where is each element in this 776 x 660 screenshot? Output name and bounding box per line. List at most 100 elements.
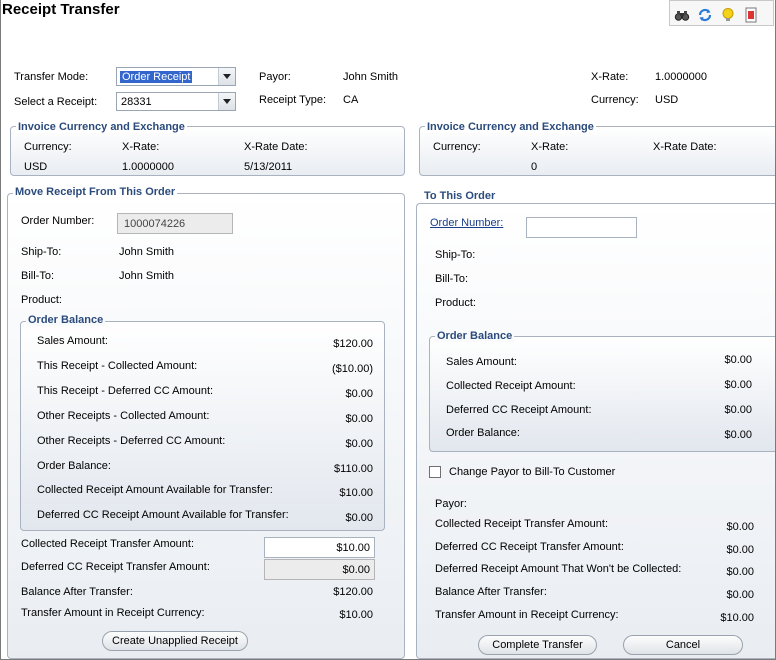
to-balance-value: $0.00: [724, 354, 752, 366]
from-balance-value: $110.00: [334, 463, 373, 475]
from-bill-to-value: John Smith: [119, 270, 175, 282]
from-balance-label: Other Receipts - Deferred CC Amount:: [37, 435, 226, 447]
xrate-value: 1.0000000: [655, 71, 707, 83]
to-summary-value: $0.00: [726, 521, 754, 533]
from-order-title: Move Receipt From This Order: [13, 186, 178, 198]
change-payor-label: Change Payor to Bill-To Customer: [449, 466, 616, 478]
left-xrate-date-label: X-Rate Date:: [244, 141, 308, 153]
deferred-transfer-label: Deferred CC Receipt Transfer Amount:: [21, 561, 210, 573]
to-order-title: To This Order: [422, 190, 498, 202]
to-balance-value: $0.00: [724, 429, 752, 441]
lightbulb-icon[interactable]: [720, 7, 736, 23]
from-balance-label: This Receipt - Deferred CC Amount:: [37, 385, 214, 397]
to-summary-label: Transfer Amount in Receipt Currency:: [435, 609, 619, 621]
from-balance-label: Other Receipts - Collected Amount:: [37, 410, 210, 422]
to-order-number-field[interactable]: [526, 217, 637, 238]
transfer-mode-select[interactable]: Order Receipt: [116, 67, 236, 86]
from-balance-value: $0.00: [345, 413, 373, 425]
from-balance-label: Sales Amount:: [37, 335, 108, 347]
from-balance-title: Order Balance: [26, 314, 106, 326]
to-balance-label: Order Balance:: [446, 427, 520, 439]
left-xrate-date-value: 5/13/2011: [244, 161, 293, 173]
to-summary-label: Collected Receipt Transfer Amount:: [435, 518, 609, 530]
transfer-mode-label: Transfer Mode:: [14, 71, 89, 83]
receipt-type-value: CA: [343, 94, 359, 106]
currency-label: Currency:: [591, 94, 639, 106]
collected-transfer-label: Collected Receipt Transfer Amount:: [21, 538, 195, 550]
to-ship-to-label: Ship-To:: [435, 249, 476, 261]
from-balance-value: $10.00: [339, 487, 373, 499]
from-ship-to-value: John Smith: [119, 246, 175, 258]
to-product-label: Product:: [435, 297, 476, 309]
from-order-number-value: 1000074226: [124, 218, 186, 230]
from-order-number-field[interactable]: 1000074226: [117, 213, 233, 234]
balance-after-value: $120.00: [333, 586, 373, 598]
xrate-label: X-Rate:: [591, 71, 629, 83]
from-balance-label: Deferred CC Receipt Amount Available for…: [37, 509, 289, 521]
to-balance-label: Deferred CC Receipt Amount:: [446, 404, 592, 416]
from-balance-value: $0.00: [345, 512, 373, 524]
from-balance-value: $120.00: [333, 338, 373, 350]
to-summary-value: $0.00: [726, 589, 754, 601]
transfer-currency-value: $10.00: [339, 609, 373, 621]
to-balance-value: $0.00: [724, 379, 752, 391]
to-balance-value: $0.00: [724, 404, 752, 416]
to-balance-title: Order Balance: [435, 330, 515, 342]
left-xrate-label: X-Rate:: [122, 141, 160, 153]
to-summary-value: $0.00: [726, 566, 754, 578]
refresh-icon[interactable]: [697, 7, 713, 23]
left-currency-value: USD: [24, 161, 48, 173]
select-receipt-value: 28331: [121, 96, 152, 108]
create-unapplied-receipt-button[interactable]: Create Unapplied Receipt: [102, 631, 248, 651]
payor-value: John Smith: [343, 71, 399, 83]
to-balance-label: Collected Receipt Amount:: [446, 380, 576, 392]
receipt-type-label: Receipt Type:: [259, 94, 327, 106]
toolbar: [669, 0, 774, 26]
to-summary-label: Deferred CC Receipt Transfer Amount:: [435, 541, 624, 553]
from-bill-to-label: Bill-To:: [21, 270, 55, 282]
balance-after-label: Balance After Transfer:: [21, 586, 133, 598]
from-balance-panel: [20, 321, 385, 531]
to-summary-value: $10.00: [720, 612, 754, 624]
to-summary-value: $0.00: [726, 544, 754, 556]
left-currency-label: Currency:: [24, 141, 72, 153]
to-summary-label: Deferred Receipt Amount That Won't be Co…: [435, 563, 682, 575]
collected-transfer-field[interactable]: $10.00: [264, 537, 375, 558]
from-ship-to-label: Ship-To:: [21, 246, 62, 258]
to-order-number-link[interactable]: Order Number:: [430, 217, 503, 229]
chevron-down-icon[interactable]: [218, 68, 235, 85]
from-balance-label: Order Balance:: [37, 460, 111, 472]
chevron-down-icon[interactable]: [218, 93, 235, 110]
from-balance-value: $0.00: [345, 388, 373, 400]
currency-value: USD: [655, 94, 679, 106]
left-currency-title: Invoice Currency and Exchange: [16, 121, 187, 133]
from-balance-value: $0.00: [345, 438, 373, 450]
collected-transfer-value: $10.00: [336, 542, 370, 554]
binoculars-icon[interactable]: [674, 7, 690, 23]
from-balance-label: Collected Receipt Amount Available for T…: [37, 484, 273, 496]
right-currency-label: Currency:: [433, 141, 481, 153]
right-currency-title: Invoice Currency and Exchange: [425, 121, 596, 133]
complete-transfer-button[interactable]: Complete Transfer: [478, 635, 597, 655]
transfer-currency-label: Transfer Amount in Receipt Currency:: [21, 607, 205, 619]
from-order-number-label: Order Number:: [21, 215, 95, 227]
from-balance-value: ($10.00): [332, 363, 373, 375]
right-xrate-date-label: X-Rate Date:: [653, 141, 717, 153]
deferred-transfer-field[interactable]: $0.00: [264, 559, 375, 580]
cancel-button[interactable]: Cancel: [623, 635, 743, 655]
left-xrate-value: 1.0000000: [122, 161, 174, 173]
right-xrate-label: X-Rate:: [531, 141, 569, 153]
right-xrate-value: 0: [531, 161, 538, 173]
to-balance-label: Sales Amount:: [446, 356, 517, 368]
page-title: Receipt Transfer: [2, 1, 120, 18]
payor-label: Payor:: [259, 71, 291, 83]
select-receipt-label: Select a Receipt:: [14, 96, 98, 108]
from-balance-label: This Receipt - Collected Amount:: [37, 360, 198, 372]
change-payor-checkbox[interactable]: [429, 466, 441, 478]
to-summary-label: Balance After Transfer:: [435, 586, 547, 598]
deferred-transfer-value: $0.00: [342, 564, 370, 576]
select-receipt-select[interactable]: 28331: [116, 92, 236, 111]
from-product-label: Product:: [21, 294, 62, 306]
help-icon[interactable]: [743, 7, 759, 23]
to-bill-to-label: Bill-To:: [435, 273, 469, 285]
